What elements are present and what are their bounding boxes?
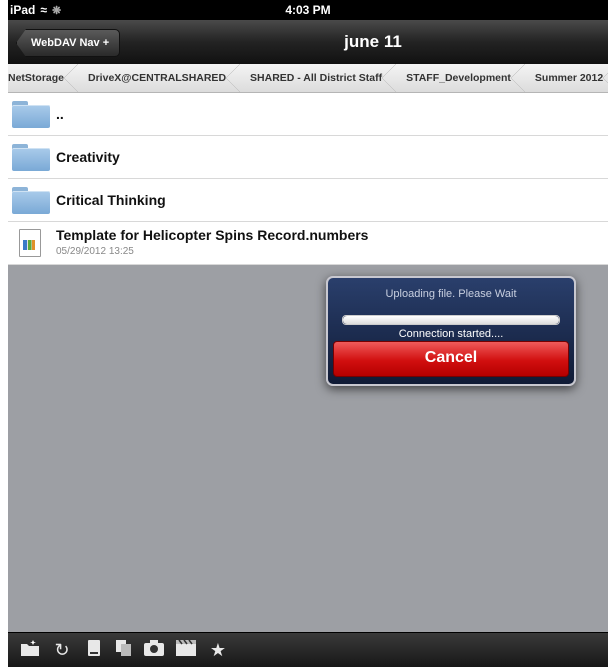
camera-icon[interactable]	[142, 639, 166, 661]
dialog-title: Uploading file. Please Wait	[385, 288, 517, 300]
breadcrumb-item-shared[interactable]: SHARED - All District Staff	[242, 64, 398, 92]
dialog-status: Connection started....	[398, 328, 504, 340]
cancel-button[interactable]: Cancel	[333, 341, 569, 377]
bottom-toolbar: ↻ ★	[8, 632, 608, 667]
upload-progress-dialog: Uploading file. Please Wait Connection s…	[326, 276, 576, 386]
copy-icon[interactable]	[112, 639, 136, 661]
file-name: Creativity	[56, 149, 120, 165]
file-list: .. Creativity Critical Thinking Template…	[8, 93, 608, 265]
breadcrumb-item-staff-development[interactable]: STAFF_Development	[398, 64, 527, 92]
list-item-critical-thinking[interactable]: Critical Thinking	[8, 179, 608, 222]
navigation-bar: WebDAV Nav + june 11	[8, 20, 608, 65]
new-folder-icon[interactable]	[18, 639, 42, 661]
video-icon[interactable]	[174, 639, 198, 661]
page-title: june 11	[344, 32, 402, 51]
breadcrumb-item-drivex[interactable]: DriveX@CENTRALSHARED	[80, 64, 242, 92]
breadcrumb: NetStorage DriveX@CENTRALSHARED SHARED -…	[8, 64, 608, 93]
folder-icon	[12, 101, 50, 128]
list-item-creativity[interactable]: Creativity	[8, 136, 608, 179]
upload-progress-fill	[343, 316, 559, 324]
folder-icon	[12, 144, 50, 171]
status-time: 4:03 PM	[285, 3, 331, 17]
status-bar: iPad ≈ ❋ 4:03 PM	[8, 0, 608, 20]
file-name: ..	[56, 106, 64, 122]
refresh-icon[interactable]: ↻	[50, 639, 74, 661]
folder-icon	[12, 187, 50, 214]
file-name: Critical Thinking	[56, 192, 166, 208]
file-name: Template for Helicopter Spins Record.num…	[56, 227, 369, 243]
ipad-screen: iPad ≈ ❋ 4:03 PM WebDAV Nav + june 11 Ne…	[8, 0, 608, 667]
star-icon[interactable]: ★	[206, 639, 230, 661]
breadcrumb-item-summer-2012[interactable]: Summer 2012	[527, 64, 608, 92]
numbers-document-icon	[19, 229, 41, 257]
list-item-parent-folder[interactable]: ..	[8, 93, 608, 136]
list-item-numbers-file[interactable]: Template for Helicopter Spins Record.num…	[8, 222, 608, 265]
upload-progress-bar	[342, 315, 560, 325]
page-icon[interactable]	[82, 639, 106, 661]
file-date: 05/29/2012 13:25	[56, 246, 134, 257]
breadcrumb-item-netstorage[interactable]: NetStorage	[8, 64, 80, 92]
